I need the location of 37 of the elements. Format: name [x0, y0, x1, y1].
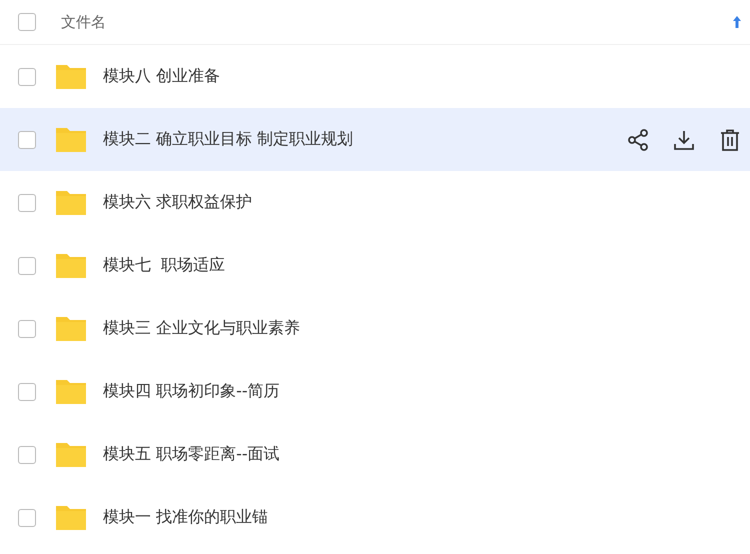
file-row[interactable]: 模块三 企业文化与职业素养 [0, 297, 750, 360]
folder-icon [54, 126, 88, 154]
folder-icon [54, 62, 88, 90]
file-name[interactable]: 模块八 创业准备 [103, 66, 742, 87]
file-name[interactable]: 模块六 求职权益保护 [103, 192, 742, 213]
row-checkbox[interactable] [18, 68, 36, 86]
folder-icon [54, 252, 88, 280]
folder-icon [54, 504, 88, 532]
file-name[interactable]: 模块五 职场零距离--面试 [103, 444, 742, 465]
folder-icon [54, 188, 88, 216]
file-row[interactable]: 模块六 求职权益保护 [0, 171, 750, 234]
row-checkbox[interactable] [18, 320, 36, 338]
row-checkbox[interactable] [18, 508, 36, 526]
column-header[interactable]: 文件名 [61, 12, 732, 32]
file-name[interactable]: 模块七 职场适应 [103, 255, 742, 276]
folder-icon [54, 314, 88, 342]
file-row[interactable]: 模块五 职场零距离--面试 [0, 423, 750, 486]
share-icon[interactable] [626, 128, 650, 152]
row-checkbox[interactable] [18, 194, 36, 212]
file-name[interactable]: 模块一 找准你的职业锚 [103, 507, 742, 528]
row-checkbox[interactable] [18, 256, 36, 274]
sort-arrow-icon[interactable] [732, 15, 742, 29]
delete-icon[interactable] [718, 128, 742, 152]
file-row[interactable]: 模块二 确立职业目标 制定职业规划 [0, 108, 750, 171]
file-name[interactable]: 模块二 确立职业目标 制定职业规划 [103, 129, 626, 150]
file-name[interactable]: 模块三 企业文化与职业素养 [103, 318, 742, 339]
file-row[interactable]: 模块七 职场适应 [0, 234, 750, 297]
folder-icon [54, 378, 88, 406]
file-row[interactable]: 模块八 创业准备 [0, 45, 750, 108]
folder-icon [54, 440, 88, 468]
row-checkbox[interactable] [18, 382, 36, 400]
file-name[interactable]: 模块四 职场初印象--简历 [103, 381, 742, 402]
file-row[interactable]: 模块四 职场初印象--简历 [0, 360, 750, 423]
row-checkbox[interactable] [18, 130, 36, 148]
select-all-checkbox[interactable] [18, 13, 36, 31]
file-row[interactable]: 模块一 找准你的职业锚 [0, 486, 750, 549]
row-checkbox[interactable] [18, 446, 36, 464]
